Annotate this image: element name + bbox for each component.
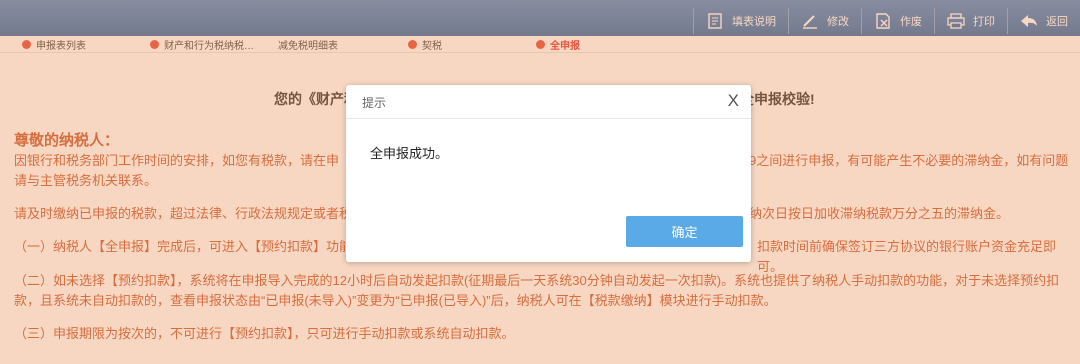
dialog-title: 提示 (362, 96, 387, 110)
dialog-message: 全申报成功。 (370, 146, 449, 161)
close-icon[interactable]: X (728, 91, 739, 111)
confirm-button[interactable]: 确定 (626, 216, 743, 247)
dialog-header: 提示 X (346, 85, 751, 119)
prompt-dialog: 提示 X 全申报成功。 确定 (346, 85, 751, 262)
